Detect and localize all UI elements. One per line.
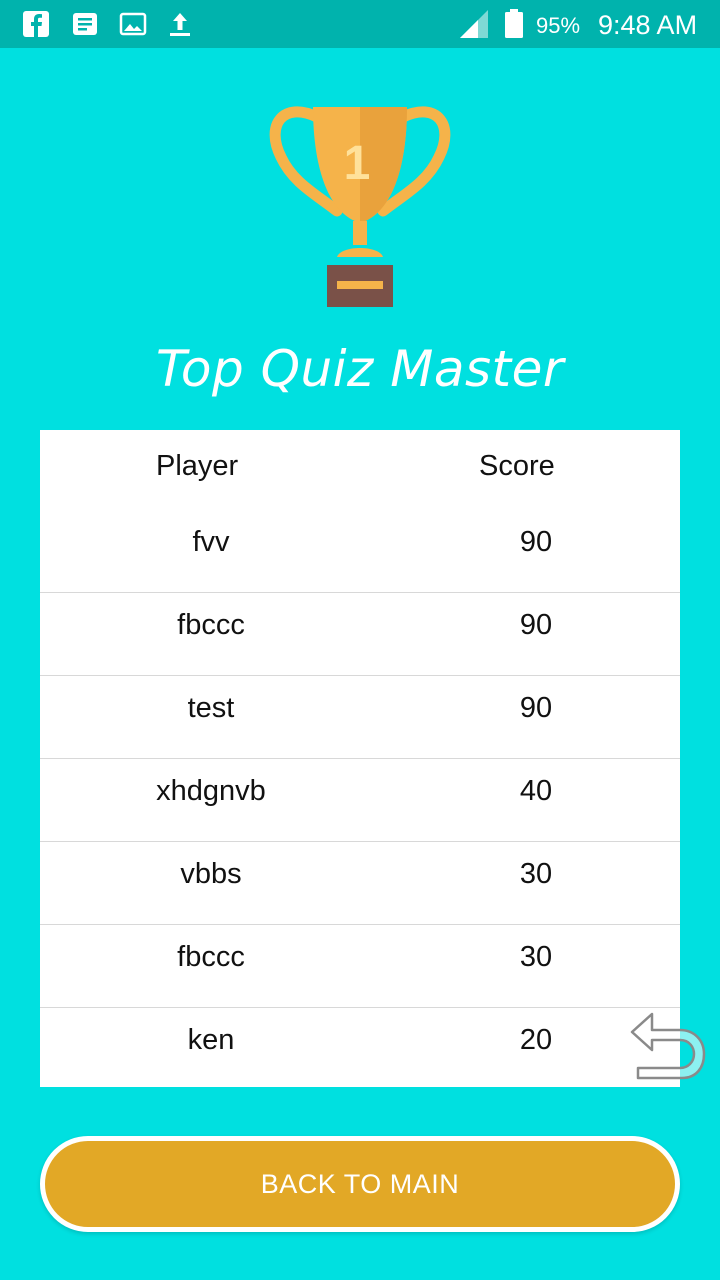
- signal-icon: [460, 10, 488, 38]
- player-score: 30: [519, 858, 553, 890]
- battery-icon: [505, 9, 523, 38]
- table-row: xhdgnvb 40: [40, 759, 680, 842]
- floating-back-icon[interactable]: [628, 1008, 708, 1082]
- facebook-icon: [23, 11, 49, 37]
- player-score: 90: [519, 609, 553, 641]
- player-score: 30: [519, 941, 553, 973]
- player-name: ken: [187, 1024, 235, 1056]
- trophy-icon: 1: [269, 106, 451, 307]
- upload-icon: [170, 13, 190, 36]
- table-row: fvv 90: [40, 510, 680, 593]
- table-row: test 90: [40, 676, 680, 759]
- table-row: vbbs 30: [40, 842, 680, 925]
- player-name: vbbs: [180, 858, 242, 890]
- player-score: 40: [519, 775, 553, 807]
- score-column-header: Score: [479, 450, 555, 482]
- table-row: fbccc 90: [40, 593, 680, 676]
- gallery-icon: [119, 12, 147, 36]
- leaderboard-table[interactable]: Player Score fvv 90 fbccc 90 test 90 xhd…: [40, 430, 680, 1087]
- player-name: xhdgnvb: [156, 775, 266, 807]
- player-column-header: Player: [156, 450, 239, 482]
- player-score: 90: [519, 526, 553, 558]
- player-score: 20: [519, 1024, 553, 1056]
- player-name: fvv: [192, 526, 230, 558]
- player-name: fbccc: [177, 941, 245, 973]
- status-bar: 95% 9:48 AM: [0, 0, 720, 48]
- message-icon: [73, 13, 97, 35]
- back-to-main-button[interactable]: BACK TO MAIN: [40, 1136, 680, 1232]
- table-row: ken 20: [40, 1008, 680, 1087]
- table-header: Player Score: [40, 430, 680, 510]
- player-score: 90: [519, 692, 553, 724]
- trophy-rank-label: 1: [344, 137, 371, 190]
- page-title: Top Quiz Master: [156, 340, 564, 398]
- player-name: fbccc: [177, 609, 245, 641]
- table-row: fbccc 30: [40, 925, 680, 1008]
- player-name: test: [187, 692, 235, 724]
- clock-time: 9:48 AM: [598, 10, 698, 40]
- battery-percent: 95%: [536, 13, 581, 38]
